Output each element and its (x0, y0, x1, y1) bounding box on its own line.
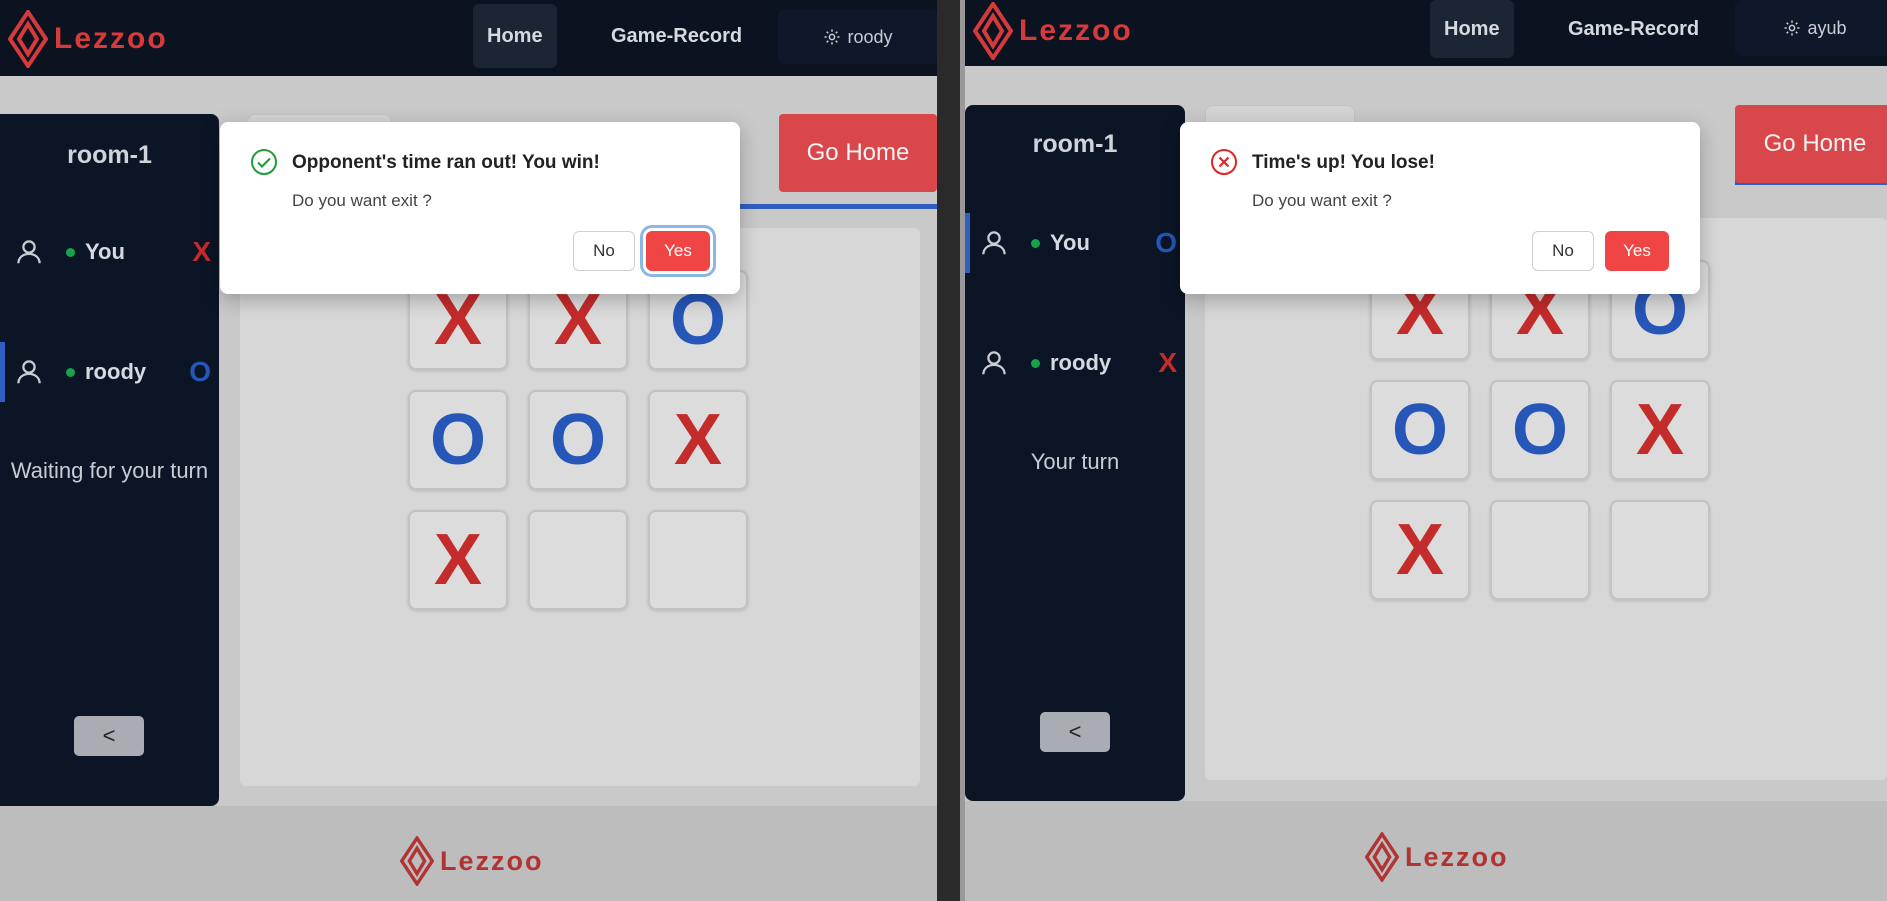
board-cell[interactable] (1610, 500, 1710, 600)
room-title: room-1 (1032, 130, 1118, 158)
gear-icon (1784, 20, 1800, 36)
left-screen: Lezzoo Home Game-Record roody Go Home X … (0, 0, 937, 901)
turn-status: Waiting for your turn (10, 458, 209, 483)
go-home-button[interactable]: Go Home (779, 114, 937, 192)
lezzoo-logo-icon (400, 836, 434, 886)
brand-name: Lezzoo (1019, 14, 1133, 47)
navbar: Lezzoo Home Game-Record roody (0, 0, 937, 76)
username: roody (847, 26, 893, 47)
player-name: roody (85, 359, 147, 384)
right-screen: Lezzoo Home Game-Record ayub Go Home X X… (965, 0, 1887, 901)
yes-button[interactable]: Yes (646, 231, 710, 271)
online-dot (1031, 238, 1040, 248)
result-dialog: Time's up! You lose! Do you want exit ? … (1180, 122, 1700, 294)
back-button[interactable]: < (1040, 712, 1110, 752)
board-cell[interactable]: O (1490, 380, 1590, 480)
brand-logo[interactable]: Lezzoo (973, 2, 1133, 60)
player-row-you: You X (0, 222, 219, 282)
dialog-title: Time's up! You lose! (1252, 152, 1435, 173)
navbar: Lezzoo Home Game-Record ayub (965, 0, 1887, 66)
username: ayub (1807, 17, 1847, 38)
footer-brand-name: Lezzoo (440, 845, 544, 876)
user-icon (982, 351, 1006, 375)
player-mark: X (1158, 347, 1177, 378)
footer-logo: Lezzoo (400, 836, 544, 886)
board-cell[interactable]: X (408, 510, 508, 610)
player-row-opponent: roody X (965, 333, 1185, 393)
board-cell[interactable]: X (648, 390, 748, 490)
player-name: You (1050, 230, 1090, 255)
result-dialog: Opponent's time ran out! You win! Do you… (220, 122, 740, 294)
player-name: You (85, 239, 125, 264)
no-button[interactable]: No (1532, 231, 1594, 271)
online-dot (66, 247, 75, 257)
player-mark: X (192, 236, 211, 267)
footer-logo: Lezzoo (1365, 832, 1509, 882)
online-dot (66, 367, 75, 377)
user-icon (982, 231, 1006, 255)
yes-button[interactable]: Yes (1605, 231, 1669, 271)
footer-brand-name: Lezzoo (1405, 841, 1509, 872)
turn-indicator-bar (740, 204, 937, 209)
success-check-icon (251, 149, 277, 175)
nav-game-record[interactable]: Game-Record (1554, 0, 1713, 58)
board-cell[interactable]: X (1610, 380, 1710, 480)
board-cell[interactable] (528, 510, 628, 610)
lezzoo-logo-icon (8, 10, 48, 68)
back-button[interactable]: < (74, 716, 144, 756)
user-icon (17, 240, 41, 264)
board-cell[interactable]: O (408, 390, 508, 490)
online-dot (1031, 358, 1040, 368)
players-sidebar: room-1 You O roody X Your turn < (965, 105, 1185, 801)
nav-game-record[interactable]: Game-Record (597, 4, 756, 68)
board-cell[interactable] (648, 510, 748, 610)
player-mark: O (1155, 227, 1177, 258)
lezzoo-logo-icon (1365, 832, 1399, 882)
player-row-you: You O (965, 213, 1185, 273)
gear-icon (824, 29, 840, 45)
no-button[interactable]: No (573, 231, 635, 271)
dialog-title: Opponent's time ran out! You win! (292, 152, 600, 173)
players-sidebar: room-1 You X roody O Waiting for your tu… (0, 114, 219, 806)
player-row-opponent: roody O (0, 342, 219, 402)
lezzoo-logo-icon (973, 2, 1013, 60)
player-mark: O (189, 356, 211, 387)
board-cell[interactable] (1490, 500, 1590, 600)
user-menu[interactable]: ayub (1735, 0, 1887, 56)
user-icon (17, 360, 41, 384)
error-x-icon (1211, 149, 1237, 175)
go-home-button[interactable]: Go Home (1735, 105, 1887, 183)
screen-divider (937, 0, 965, 901)
brand-name: Lezzoo (54, 22, 168, 55)
nav-home[interactable]: Home (473, 4, 557, 68)
turn-status: Your turn (1030, 449, 1120, 474)
user-menu[interactable]: roody (778, 10, 937, 64)
dialog-message: Do you want exit ? (292, 191, 432, 210)
brand-logo[interactable]: Lezzoo (8, 10, 168, 68)
nav-home[interactable]: Home (1430, 0, 1514, 58)
board-cell[interactable]: O (528, 390, 628, 490)
dialog-message: Do you want exit ? (1252, 191, 1392, 210)
player-name: roody (1050, 350, 1112, 375)
board-cell[interactable]: X (1370, 500, 1470, 600)
board-cell[interactable]: O (1370, 380, 1470, 480)
room-title: room-1 (67, 141, 152, 169)
